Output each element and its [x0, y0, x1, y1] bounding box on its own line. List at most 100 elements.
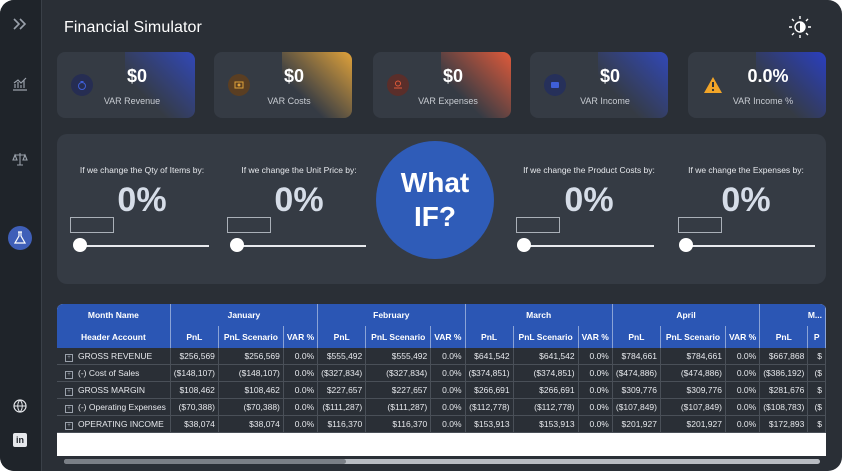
page-title: Financial Simulator	[64, 19, 202, 36]
account-cell[interactable]: + OPERATING INCOME	[57, 415, 171, 433]
value-cell: ($112,778)	[513, 398, 579, 416]
col-header[interactable]: VAR %	[283, 326, 319, 348]
col-header[interactable]: PnL	[317, 326, 367, 348]
product-costs-input[interactable]	[516, 217, 560, 233]
value-cell: 0.0%	[430, 398, 466, 416]
price-slider-track[interactable]	[236, 245, 366, 247]
product-costs-slider-track[interactable]	[524, 245, 654, 247]
value-cell: $116,370	[317, 415, 367, 433]
chart-icon[interactable]	[8, 72, 32, 96]
col-header[interactable]: VAR %	[430, 326, 466, 348]
kpi-label: VAR Revenue	[103, 96, 161, 106]
month-header[interactable]: February	[317, 304, 466, 326]
value-cell: 0.0%	[430, 381, 466, 399]
value-cell: $	[807, 348, 826, 365]
expand-row-icon[interactable]: +	[65, 404, 73, 413]
col-header[interactable]: P	[807, 326, 826, 348]
value-cell: ($327,834)	[317, 364, 367, 382]
month-header[interactable]: March	[465, 304, 613, 326]
value-cell: $784,661	[612, 348, 661, 365]
col-header[interactable]: PnL	[465, 326, 514, 348]
expenses-slider-thumb[interactable]	[679, 238, 693, 252]
value-cell: 0.0%	[283, 364, 319, 382]
expand-row-icon[interactable]: +	[65, 421, 73, 430]
value-cell: ($327,834)	[365, 364, 432, 382]
value-cell: 0.0%	[430, 348, 466, 365]
col-header[interactable]: PnL Scenario	[365, 326, 432, 348]
month-header[interactable]: January	[170, 304, 319, 326]
linkedin-icon[interactable]: in	[8, 428, 32, 452]
expand-row-icon[interactable]: +	[65, 353, 73, 362]
horizontal-scrollbar[interactable]	[64, 459, 820, 464]
value-cell: $201,927	[660, 415, 726, 433]
col-header[interactable]: VAR %	[578, 326, 613, 348]
header-account: Header Account	[57, 326, 171, 348]
value-cell: ($374,851)	[465, 364, 514, 382]
kpi-value: $0	[126, 66, 148, 86]
month-header[interactable]: M...	[759, 304, 826, 326]
table-row: + OPERATING INCOME $38,074 $38,074 0.0% $116,…	[57, 415, 826, 433]
scrollbar-thumb[interactable]	[64, 459, 346, 464]
coin-icon	[228, 74, 250, 96]
col-header[interactable]: PnL Scenario	[513, 326, 579, 348]
value-cell: $309,776	[660, 381, 726, 399]
account-cell[interactable]: + (-) Operating Expenses	[57, 398, 171, 416]
expand-row-icon[interactable]: +	[65, 387, 73, 396]
qty-input[interactable]	[70, 217, 114, 233]
month-header[interactable]: April	[612, 304, 761, 326]
flask-icon[interactable]	[8, 226, 32, 250]
value-cell: $256,569	[218, 348, 284, 365]
value-cell: $641,542	[465, 348, 514, 365]
kpi-card-var-costs: $0 VAR Costs	[214, 52, 352, 118]
value-cell: 0.0%	[725, 415, 761, 433]
value-cell: $153,913	[513, 415, 579, 433]
kpi-label: VAR Income %	[732, 96, 794, 106]
col-header[interactable]: PnL Scenario	[660, 326, 726, 348]
subheader-row: Header Account PnL PnL Scenario VAR % Pn…	[57, 326, 826, 348]
month-header-row: Month Name January February March April …	[57, 304, 826, 326]
qty-slider-track[interactable]	[79, 245, 209, 247]
account-cell[interactable]: + (-) Cost of Sales	[57, 364, 171, 382]
kpi-label: VAR Costs	[267, 96, 311, 106]
product-costs-slider-thumb[interactable]	[517, 238, 531, 252]
value-cell: ($108,783)	[759, 398, 809, 416]
account-cell[interactable]: + GROSS REVENUE	[57, 348, 171, 365]
col-header[interactable]: PnL	[170, 326, 219, 348]
expenses-control: If we change the Expenses by: 0%	[671, 165, 821, 252]
product-costs-control: If we change the Product Costs by: 0%	[514, 165, 664, 252]
price-slider-thumb[interactable]	[230, 238, 244, 252]
control-value: 0%	[274, 181, 324, 219]
value-cell: 0.0%	[725, 381, 761, 399]
account-cell[interactable]: + GROSS MARGIN	[57, 381, 171, 399]
expenses-input[interactable]	[678, 217, 722, 233]
value-cell: ($148,107)	[218, 364, 284, 382]
col-header[interactable]: PnL	[759, 326, 809, 348]
kpi-card-var-income-pct: 0.0% VAR Income %	[688, 52, 826, 118]
value-cell: 0.0%	[725, 398, 761, 416]
value-cell: ($	[807, 398, 826, 416]
value-cell: ($70,388)	[218, 398, 284, 416]
qty-slider-thumb[interactable]	[73, 238, 87, 252]
theme-toggle-icon[interactable]	[788, 15, 812, 39]
value-cell: $153,913	[465, 415, 514, 433]
control-question: If we change the Product Costs by:	[523, 165, 655, 175]
globe-icon[interactable]	[8, 394, 32, 418]
expenses-slider-track[interactable]	[685, 245, 815, 247]
col-header[interactable]: PnL	[612, 326, 661, 348]
kpi-value: $0	[599, 66, 621, 86]
value-cell: $281,676	[759, 381, 809, 399]
app-window: in Financial Simulator $0 VAR Revenue $0…	[0, 0, 842, 471]
col-header[interactable]: PnL Scenario	[218, 326, 284, 348]
scales-icon[interactable]	[8, 147, 32, 171]
expand-row-icon[interactable]: +	[65, 370, 73, 379]
expand-icon[interactable]	[8, 12, 32, 36]
value-cell: $667,868	[759, 348, 809, 365]
pnl-matrix: Month Name January February March April …	[57, 304, 826, 456]
value-cell: $555,492	[317, 348, 367, 365]
control-value: 0%	[117, 181, 167, 219]
value-cell: $227,657	[317, 381, 367, 399]
control-question: If we change the Unit Price by:	[241, 165, 357, 175]
wallet-icon	[544, 74, 566, 96]
price-input[interactable]	[227, 217, 271, 233]
col-header[interactable]: VAR %	[725, 326, 761, 348]
